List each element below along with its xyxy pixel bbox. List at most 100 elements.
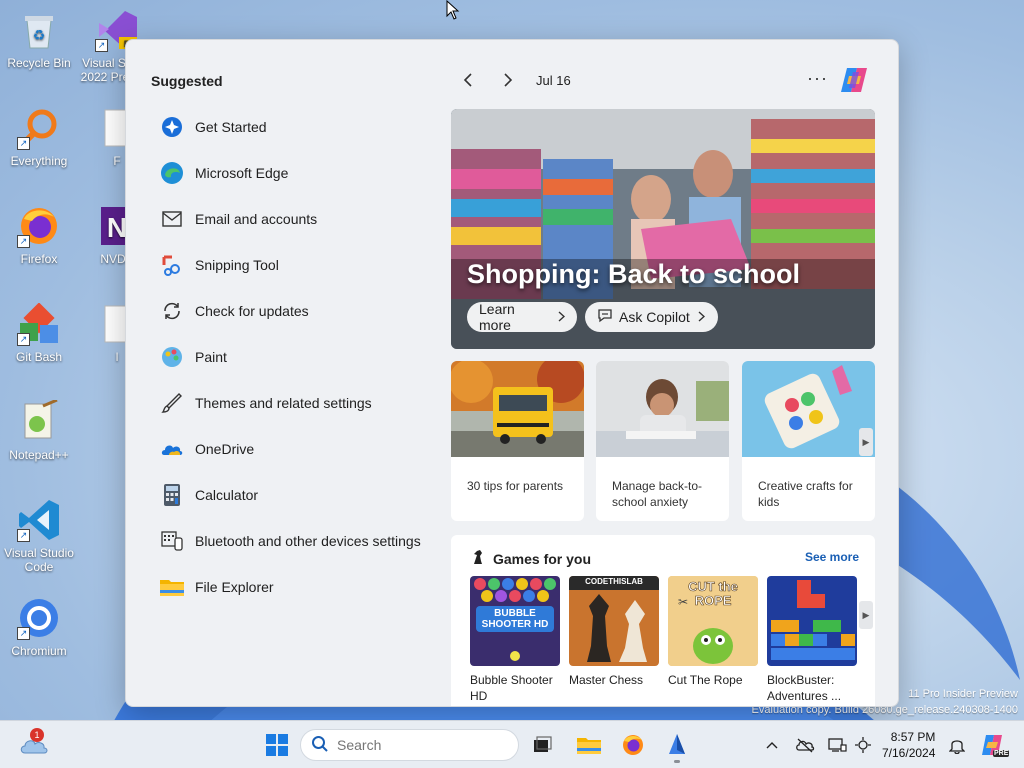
windows-logo-icon xyxy=(266,734,288,756)
folder-icon xyxy=(159,574,185,600)
desktop-icon-label: Visual Studio Code xyxy=(4,546,74,574)
paint-icon xyxy=(159,344,185,370)
desktop-icon-label: Git Bash xyxy=(15,350,63,364)
anxious-child-image xyxy=(596,361,729,457)
task-view-button[interactable] xyxy=(528,721,556,768)
suggested-item-label: Themes and related settings xyxy=(195,395,372,411)
shortcut-arrow-icon: ↗ xyxy=(17,235,30,248)
game-tile[interactable]: BUBBLE SHOOTER HD Bubble Shooter HD xyxy=(470,576,560,704)
desktop-icon-vscode[interactable]: ↗ Visual Studio Code xyxy=(0,498,78,574)
desktop-icon-everything[interactable]: ↗ Everything xyxy=(0,106,78,168)
previous-day-button[interactable] xyxy=(456,68,480,92)
firefox-taskbar-button[interactable] xyxy=(618,721,648,768)
suggested-item-onedrive[interactable]: OneDrive xyxy=(159,426,449,472)
story-caption: Manage back-to-school anxiety xyxy=(612,479,703,509)
copilot-logo-icon[interactable] xyxy=(839,66,869,94)
story-card[interactable]: 30 tips for parents xyxy=(451,361,584,521)
chevron-right-icon xyxy=(558,309,566,325)
see-more-link[interactable]: See more xyxy=(805,550,859,564)
network-tray-button[interactable] xyxy=(826,721,848,768)
firefox-icon xyxy=(623,735,643,755)
school-bus-image xyxy=(451,361,584,457)
suggested-item-label: OneDrive xyxy=(195,441,255,457)
suggested-item-check-updates[interactable]: Check for updates xyxy=(159,288,449,334)
shortcut-arrow-icon: ↗ xyxy=(17,627,30,640)
cut-the-rope-thumbnail: ✂ CUT the ROPE xyxy=(668,576,758,666)
brush-icon xyxy=(159,390,185,416)
desktop-icon-chromium[interactable]: ↗ Chromium xyxy=(0,596,78,658)
suggested-list: Get Started Microsoft Edge Email and acc… xyxy=(159,104,449,610)
more-options-button[interactable]: ··· xyxy=(807,68,828,89)
clock-time: 8:57 PM xyxy=(890,730,936,744)
cards-scroll-right-button[interactable]: ▶ xyxy=(859,428,873,456)
cloud-offline-icon xyxy=(796,738,815,753)
game-tile[interactable]: CODETHISLAB Master Chess xyxy=(569,576,659,688)
chevron-up-icon xyxy=(766,742,778,749)
cut-the-rope-logo-text: CUT the ROPE xyxy=(688,579,738,608)
ask-copilot-button[interactable]: Ask Copilot xyxy=(585,302,718,332)
notepad-plus-plus-icon xyxy=(15,400,63,444)
desktop-icon-firefox[interactable]: ↗ Firefox xyxy=(0,204,78,266)
bell-icon xyxy=(949,740,965,754)
desktop-icon-notepad-plus-plus[interactable]: Notepad++ xyxy=(0,400,78,462)
edge-icon xyxy=(159,160,185,186)
game-name: Cut The Rope xyxy=(668,673,743,687)
taskbar: 1 8:57 PM 7/16/2024 PRE xyxy=(0,720,1024,768)
notifications-button[interactable] xyxy=(946,721,968,768)
learn-more-label: Learn more xyxy=(479,301,515,333)
suggested-item-get-started[interactable]: Get Started xyxy=(159,104,449,150)
suggested-item-microsoft-edge[interactable]: Microsoft Edge xyxy=(159,150,449,196)
games-widget: Games for you See more BUBBLE SHOOTER HD… xyxy=(451,535,875,706)
current-date: Jul 16 xyxy=(536,72,571,88)
desktop-icon-git-bash[interactable]: ↗ Git Bash xyxy=(0,302,78,364)
game-name: BlockBuster: Adventures ... xyxy=(767,673,842,703)
story-caption: 30 tips for parents xyxy=(467,479,564,493)
search-input[interactable] xyxy=(337,737,507,753)
preview-badge: PRE xyxy=(993,750,1010,757)
suggested-item-file-explorer[interactable]: File Explorer xyxy=(159,564,449,610)
story-card[interactable]: Creative crafts for kids xyxy=(742,361,875,521)
taskbar-search-box[interactable] xyxy=(300,729,519,761)
snipping-tool-icon xyxy=(159,252,185,278)
game-tile[interactable]: ✂ CUT the ROPE Cut The Rope xyxy=(668,576,758,688)
copilot-taskbar-button[interactable]: PRE xyxy=(978,721,1010,768)
game-tile[interactable]: BlockBuster: Adventures ... xyxy=(767,576,857,704)
firefox-icon: ↗ xyxy=(15,204,63,248)
story-caption: Creative crafts for kids xyxy=(758,479,853,509)
games-scroll-right-button[interactable]: ▶ xyxy=(859,601,873,629)
start-button[interactable] xyxy=(262,721,292,768)
hero-story-card[interactable]: Shopping: Back to school Learn more Ask … xyxy=(451,109,875,349)
game-name: Bubble Shooter HD xyxy=(470,673,553,703)
suggested-item-bluetooth-devices[interactable]: Bluetooth and other devices settings xyxy=(159,518,449,564)
desktop-icon-label: Chromium xyxy=(11,644,67,658)
weather-widget-button[interactable]: 1 xyxy=(14,721,54,768)
suggested-item-themes[interactable]: Themes and related settings xyxy=(159,380,449,426)
show-hidden-icons-button[interactable] xyxy=(762,721,782,768)
suggested-item-paint[interactable]: Paint xyxy=(159,334,449,380)
desktop-icon-label: Everything xyxy=(10,154,68,168)
game-name: Master Chess xyxy=(569,673,644,687)
learn-more-button[interactable]: Learn more xyxy=(467,301,577,333)
suggested-item-snipping-tool[interactable]: Snipping Tool xyxy=(159,242,449,288)
file-explorer-taskbar-button[interactable] xyxy=(574,721,604,768)
system-clock[interactable]: 8:57 PM 7/16/2024 xyxy=(882,729,935,761)
notification-badge: 1 xyxy=(30,728,44,742)
suggested-item-calculator[interactable]: Calculator xyxy=(159,472,449,518)
everything-search-icon: ↗ xyxy=(15,106,63,150)
search-icon xyxy=(311,735,329,756)
pinned-app-taskbar-button[interactable] xyxy=(662,721,692,768)
widgets-flyout: Suggested Get Started Microsoft Edge Ema… xyxy=(125,39,899,707)
suggested-item-email-accounts[interactable]: Email and accounts xyxy=(159,196,449,242)
desktop-icon-recycle-bin[interactable]: ♻ Recycle Bin xyxy=(0,8,78,70)
date-navigation: Jul 16 xyxy=(456,68,571,92)
shortcut-arrow-icon: ↗ xyxy=(17,529,30,542)
suggested-item-label: File Explorer xyxy=(195,579,274,595)
crafts-image xyxy=(742,361,875,457)
next-day-button[interactable] xyxy=(496,68,520,92)
sound-tray-button[interactable] xyxy=(852,721,874,768)
story-card[interactable]: Manage back-to-school anxiety xyxy=(596,361,729,521)
chromium-icon: ↗ xyxy=(15,596,63,640)
onedrive-tray-button[interactable] xyxy=(794,721,816,768)
bubble-shooter-thumbnail: BUBBLE SHOOTER HD xyxy=(470,576,560,666)
suggested-item-label: Snipping Tool xyxy=(195,257,279,273)
